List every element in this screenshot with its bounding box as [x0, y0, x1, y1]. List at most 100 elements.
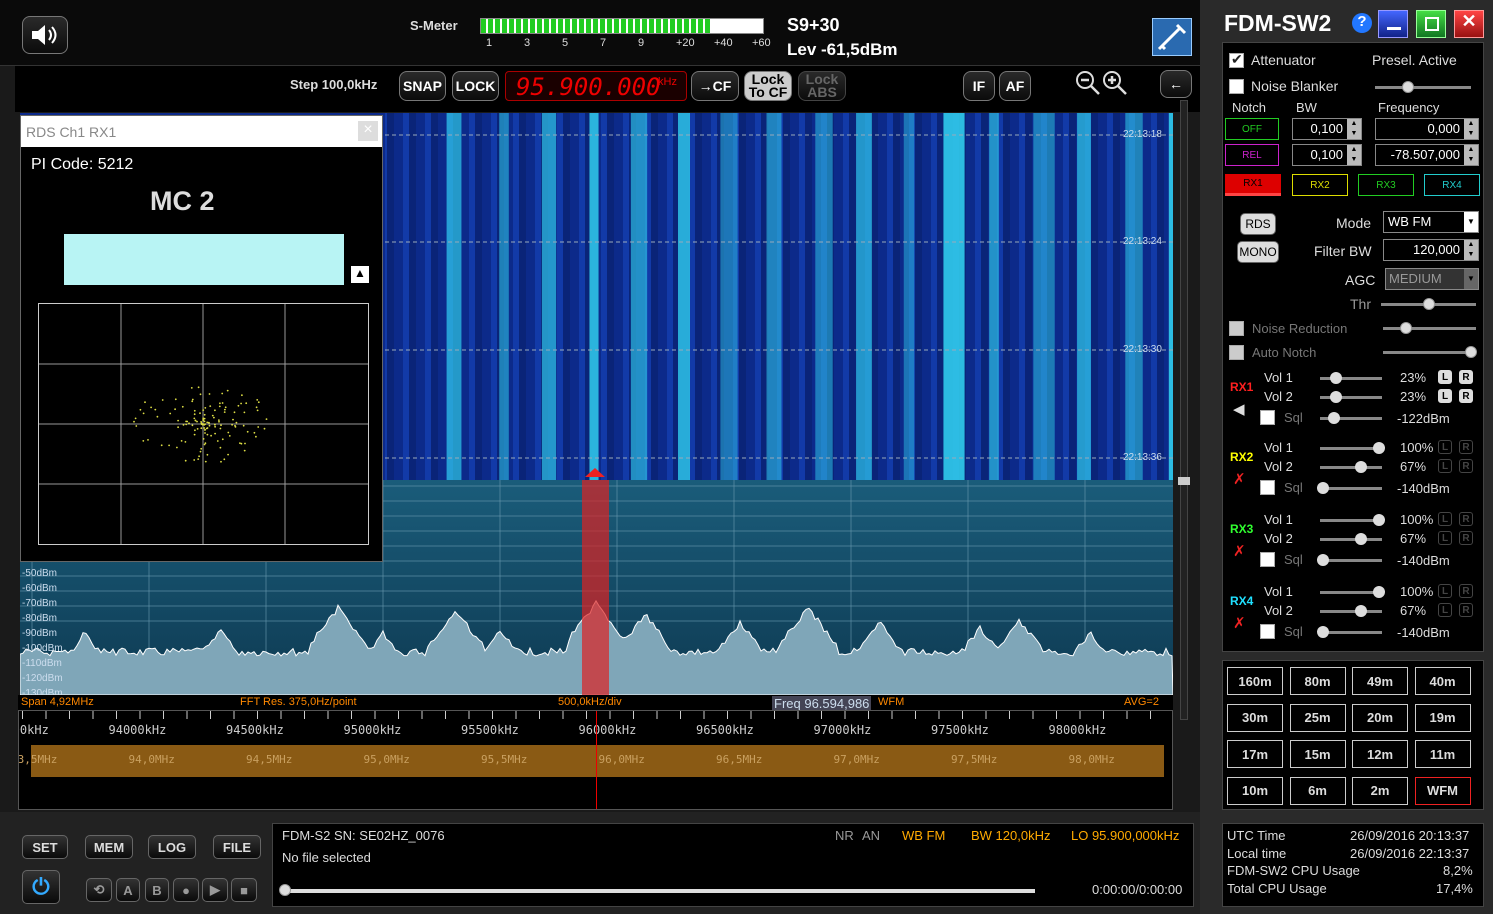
rds-titlebar[interactable]: RDS Ch1 RX1 ×: [21, 116, 382, 147]
rx2-select-button[interactable]: RX2: [1292, 174, 1348, 196]
snap-button[interactable]: SNAP: [399, 71, 446, 101]
speaker-muted-icon[interactable]: ✗: [1233, 614, 1246, 632]
lock-abs-button[interactable]: Lock ABS: [798, 71, 846, 101]
slider-knob[interactable]: [1317, 626, 1329, 638]
band-button-20m[interactable]: 20m: [1352, 703, 1408, 732]
sql-slider[interactable]: [1317, 482, 1382, 494]
spinner-arrows-icon[interactable]: ▲ ▼: [1464, 240, 1478, 260]
thr-slider[interactable]: [1381, 298, 1476, 310]
collapse-panel-button[interactable]: ←: [1160, 70, 1192, 98]
channel-r-button[interactable]: R: [1459, 389, 1473, 403]
slider-knob[interactable]: [1329, 372, 1342, 384]
channel-r-button[interactable]: R: [1459, 603, 1473, 617]
channel-l-button[interactable]: L: [1438, 531, 1452, 545]
notch-freq-2[interactable]: -78.507,000 ▲ ▼: [1375, 144, 1479, 166]
auto-notch-slider[interactable]: [1383, 346, 1477, 358]
frequency-scale[interactable]: 93500kHz 94000kHz 94500kHz 95000kHz 95500kHz…: [18, 710, 1173, 810]
band-button-11m[interactable]: 11m: [1414, 740, 1471, 768]
channel-r-button[interactable]: R: [1459, 370, 1473, 384]
rx4-select-button[interactable]: RX4: [1424, 174, 1480, 196]
vol1-slider[interactable]: [1320, 514, 1385, 526]
channel-l-button[interactable]: L: [1438, 440, 1452, 454]
channel-l-button[interactable]: L: [1438, 389, 1452, 403]
squelch-checkbox[interactable]: [1260, 480, 1275, 495]
help-button[interactable]: ?: [1352, 13, 1372, 33]
noise-reduction-checkbox[interactable]: [1229, 321, 1244, 336]
mono-button[interactable]: MONO: [1237, 241, 1279, 263]
zoom-out-icon[interactable]: [1075, 70, 1101, 96]
band-button-19m[interactable]: 19m: [1414, 703, 1471, 732]
filter-bw-input[interactable]: 120,000 ▲ ▼: [1383, 239, 1479, 261]
lock-button[interactable]: LOCK: [452, 71, 499, 101]
channel-r-button[interactable]: R: [1459, 459, 1473, 473]
speaker-icon[interactable]: ◀: [1233, 400, 1245, 418]
marker-b-button[interactable]: B: [145, 878, 169, 902]
to-cf-button[interactable]: →CF: [691, 71, 739, 101]
channel-l-button[interactable]: L: [1438, 459, 1452, 473]
vol1-slider[interactable]: [1320, 372, 1382, 384]
radiotext-scroll-button[interactable]: ▲: [351, 266, 369, 283]
band-button-160m[interactable]: 160m: [1227, 667, 1283, 695]
vol2-slider[interactable]: [1320, 461, 1382, 473]
slider-knob[interactable]: [1354, 605, 1367, 617]
slider-knob[interactable]: [1317, 554, 1329, 566]
vol2-slider[interactable]: [1320, 391, 1382, 403]
band-button-10m[interactable]: 10m: [1227, 776, 1283, 805]
notch-bw-1[interactable]: 0,100 ▲ ▼: [1292, 118, 1362, 140]
power-button[interactable]: ⏻: [22, 870, 60, 904]
speaker-muted-icon[interactable]: ✗: [1233, 542, 1246, 560]
noise-blanker-slider[interactable]: [1375, 81, 1471, 93]
band-button-2m[interactable]: 2m: [1352, 776, 1408, 805]
slider-knob[interactable]: [1354, 461, 1367, 473]
attenuator-checkbox[interactable]: [1229, 51, 1244, 68]
scroll-track[interactable]: [1178, 100, 1190, 720]
af-button[interactable]: AF: [999, 71, 1031, 101]
sql-slider[interactable]: [1320, 412, 1382, 424]
scroll-handle[interactable]: [1178, 477, 1190, 485]
stop-button[interactable]: ■: [231, 878, 257, 902]
if-button[interactable]: IF: [963, 71, 995, 101]
band-button-30m[interactable]: 30m: [1227, 703, 1283, 732]
rds-window[interactable]: RDS Ch1 RX1 × PI Code: 5212 MC 2 ▲: [20, 115, 383, 562]
slider-knob[interactable]: [1373, 514, 1385, 526]
sql-slider[interactable]: [1317, 554, 1382, 566]
rx3-select-button[interactable]: RX3: [1358, 174, 1414, 196]
maximize-button[interactable]: [1416, 10, 1446, 38]
marker-a-button[interactable]: A: [116, 878, 140, 902]
settings-logo-button[interactable]: [1152, 18, 1192, 56]
band-button-25m[interactable]: 25m: [1289, 703, 1346, 732]
channel-r-button[interactable]: R: [1459, 531, 1473, 545]
band-button-17m[interactable]: 17m: [1227, 740, 1283, 768]
vol2-slider[interactable]: [1320, 605, 1382, 617]
close-button[interactable]: ✕: [1454, 10, 1484, 38]
speaker-muted-icon[interactable]: ✗: [1233, 470, 1246, 488]
channel-l-button[interactable]: L: [1438, 603, 1452, 617]
mode-select[interactable]: WB FM ▼: [1383, 211, 1479, 233]
rds-close-button[interactable]: ×: [358, 121, 378, 141]
notch-bw-2[interactable]: 0,100 ▲ ▼: [1292, 144, 1362, 166]
band-button-40m[interactable]: 40m: [1414, 667, 1471, 695]
channel-l-button[interactable]: L: [1438, 584, 1452, 598]
sql-slider[interactable]: [1317, 626, 1382, 638]
play-button[interactable]: ▶: [202, 878, 228, 902]
slider-knob[interactable]: [1373, 586, 1385, 598]
notch-rel-button[interactable]: REL: [1225, 144, 1279, 166]
lock-to-cf-button[interactable]: Lock To CF: [744, 71, 792, 101]
slider-knob[interactable]: [1373, 442, 1385, 454]
chevron-down-icon[interactable]: ▼: [1464, 212, 1478, 232]
band-button-6m[interactable]: 6m: [1289, 776, 1346, 805]
squelch-checkbox[interactable]: [1260, 410, 1275, 425]
noise-reduction-slider[interactable]: [1383, 322, 1476, 334]
set-button[interactable]: SET: [22, 835, 68, 859]
log-button[interactable]: LOG: [148, 835, 196, 859]
spinner-arrows-icon[interactable]: ▲ ▼: [1464, 145, 1478, 165]
squelch-checkbox[interactable]: [1260, 624, 1275, 639]
speaker-button[interactable]: [22, 16, 68, 54]
spinner-arrows-icon[interactable]: ▲ ▼: [1347, 119, 1361, 139]
squelch-checkbox[interactable]: [1260, 552, 1275, 567]
record-button[interactable]: ●: [173, 878, 199, 902]
band-button-wfm[interactable]: WFM: [1414, 776, 1471, 805]
slider-knob[interactable]: [1354, 533, 1367, 545]
rds-button[interactable]: RDS: [1240, 213, 1276, 235]
frequency-display[interactable]: 95.900.000 kHz: [505, 71, 687, 101]
